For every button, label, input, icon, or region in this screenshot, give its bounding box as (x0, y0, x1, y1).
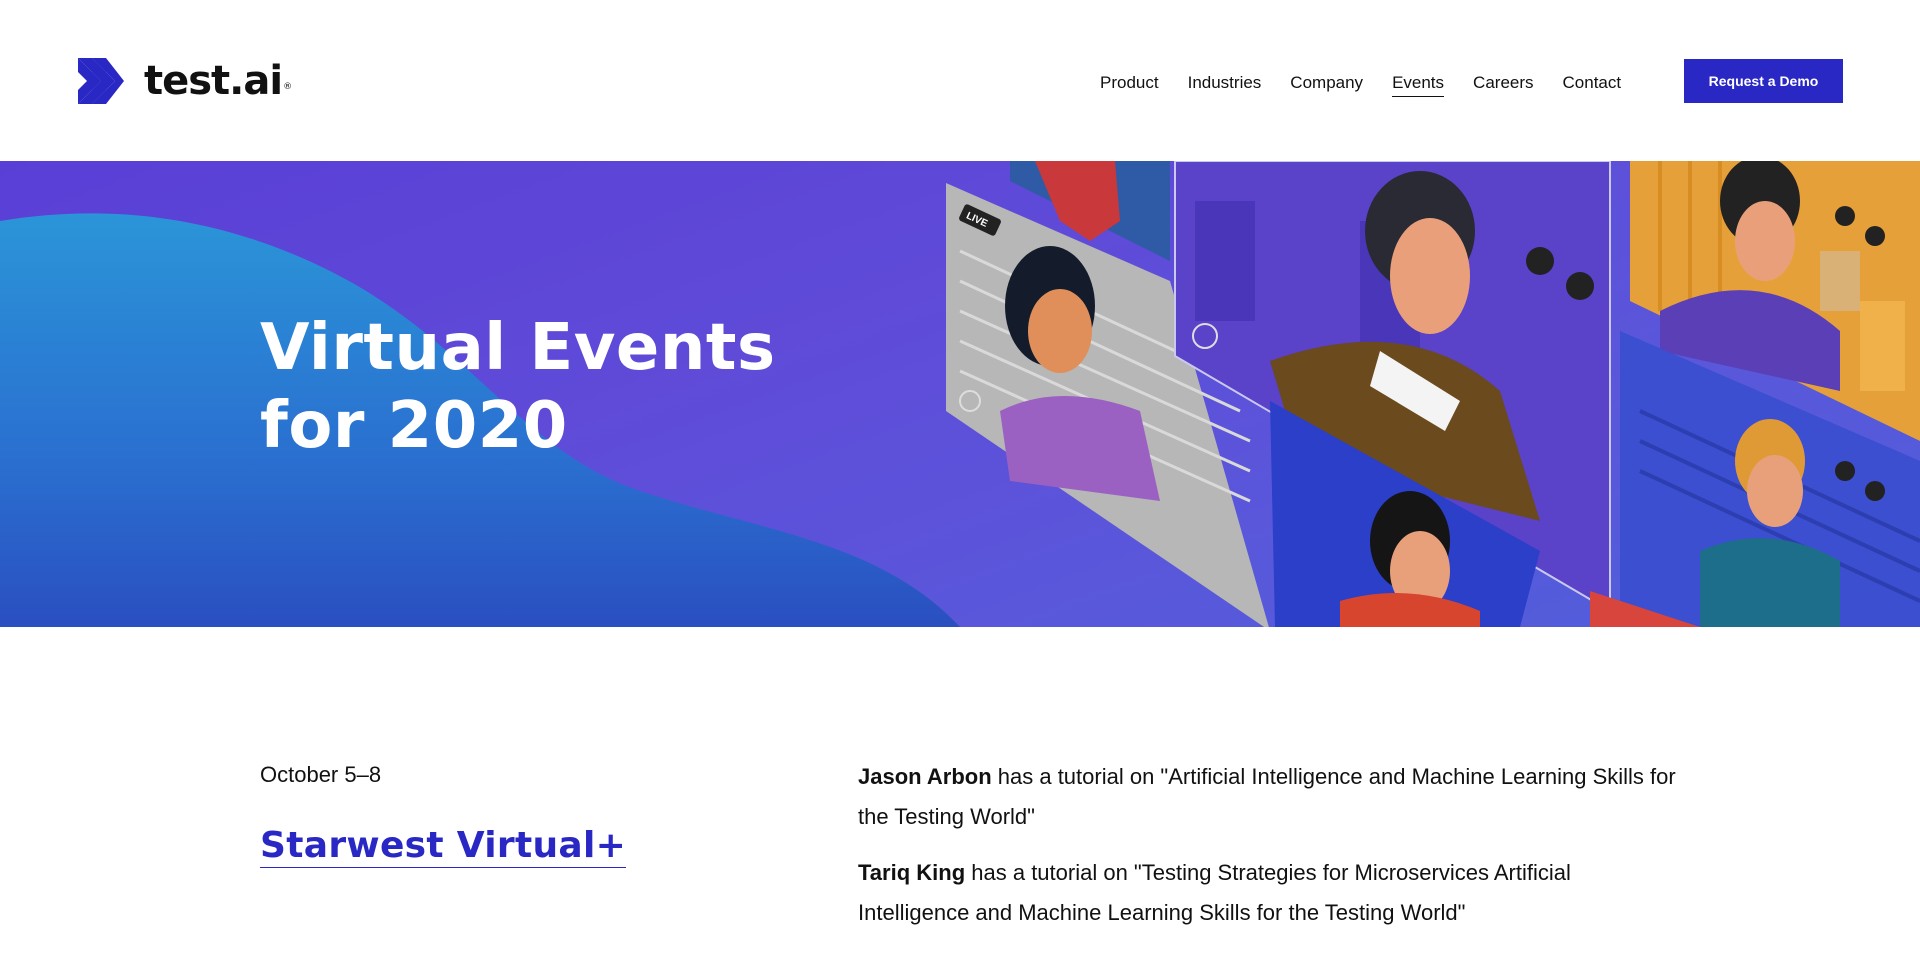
nav-events[interactable]: Events (1392, 70, 1445, 97)
hero-title-line2: for 2020 (260, 389, 568, 463)
nav-product[interactable]: Product (1100, 70, 1159, 97)
logo-chevrons-icon (78, 58, 124, 104)
request-demo-button[interactable]: Request a Demo (1684, 59, 1843, 103)
hero-title-line1: Virtual Events (260, 311, 776, 385)
site-header: test.ai® Product Industries Company Even… (0, 0, 1920, 161)
logo-link[interactable]: test.ai® (78, 58, 292, 104)
nav-company[interactable]: Company (1290, 70, 1363, 97)
nav-careers[interactable]: Careers (1473, 70, 1533, 97)
nav-contact[interactable]: Contact (1563, 70, 1622, 97)
talk-description: has a tutorial on "Testing Strategies fo… (858, 860, 1571, 925)
hero-title: Virtual Events for 2020 (260, 309, 776, 465)
event-talks: Jason Arbon has a tutorial on "Artificia… (858, 757, 1678, 949)
event-title-link[interactable]: Starwest Virtual+ (260, 825, 627, 868)
main-nav: Product Industries Company Events Career… (1100, 70, 1650, 97)
logo-text: test.ai® (144, 58, 292, 104)
talk-speaker: Jason Arbon (858, 764, 992, 789)
video-call-illustration: LIVE (946, 161, 1920, 627)
talk-item: Jason Arbon has a tutorial on "Artificia… (858, 757, 1678, 837)
event-date: October 5–8 (260, 762, 382, 787)
nav-industries[interactable]: Industries (1188, 70, 1262, 97)
talk-item: Tariq King has a tutorial on "Testing St… (858, 853, 1678, 933)
hero-banner: Virtual Events for 2020 LIVE (0, 161, 1920, 627)
talk-speaker: Tariq King (858, 860, 966, 885)
